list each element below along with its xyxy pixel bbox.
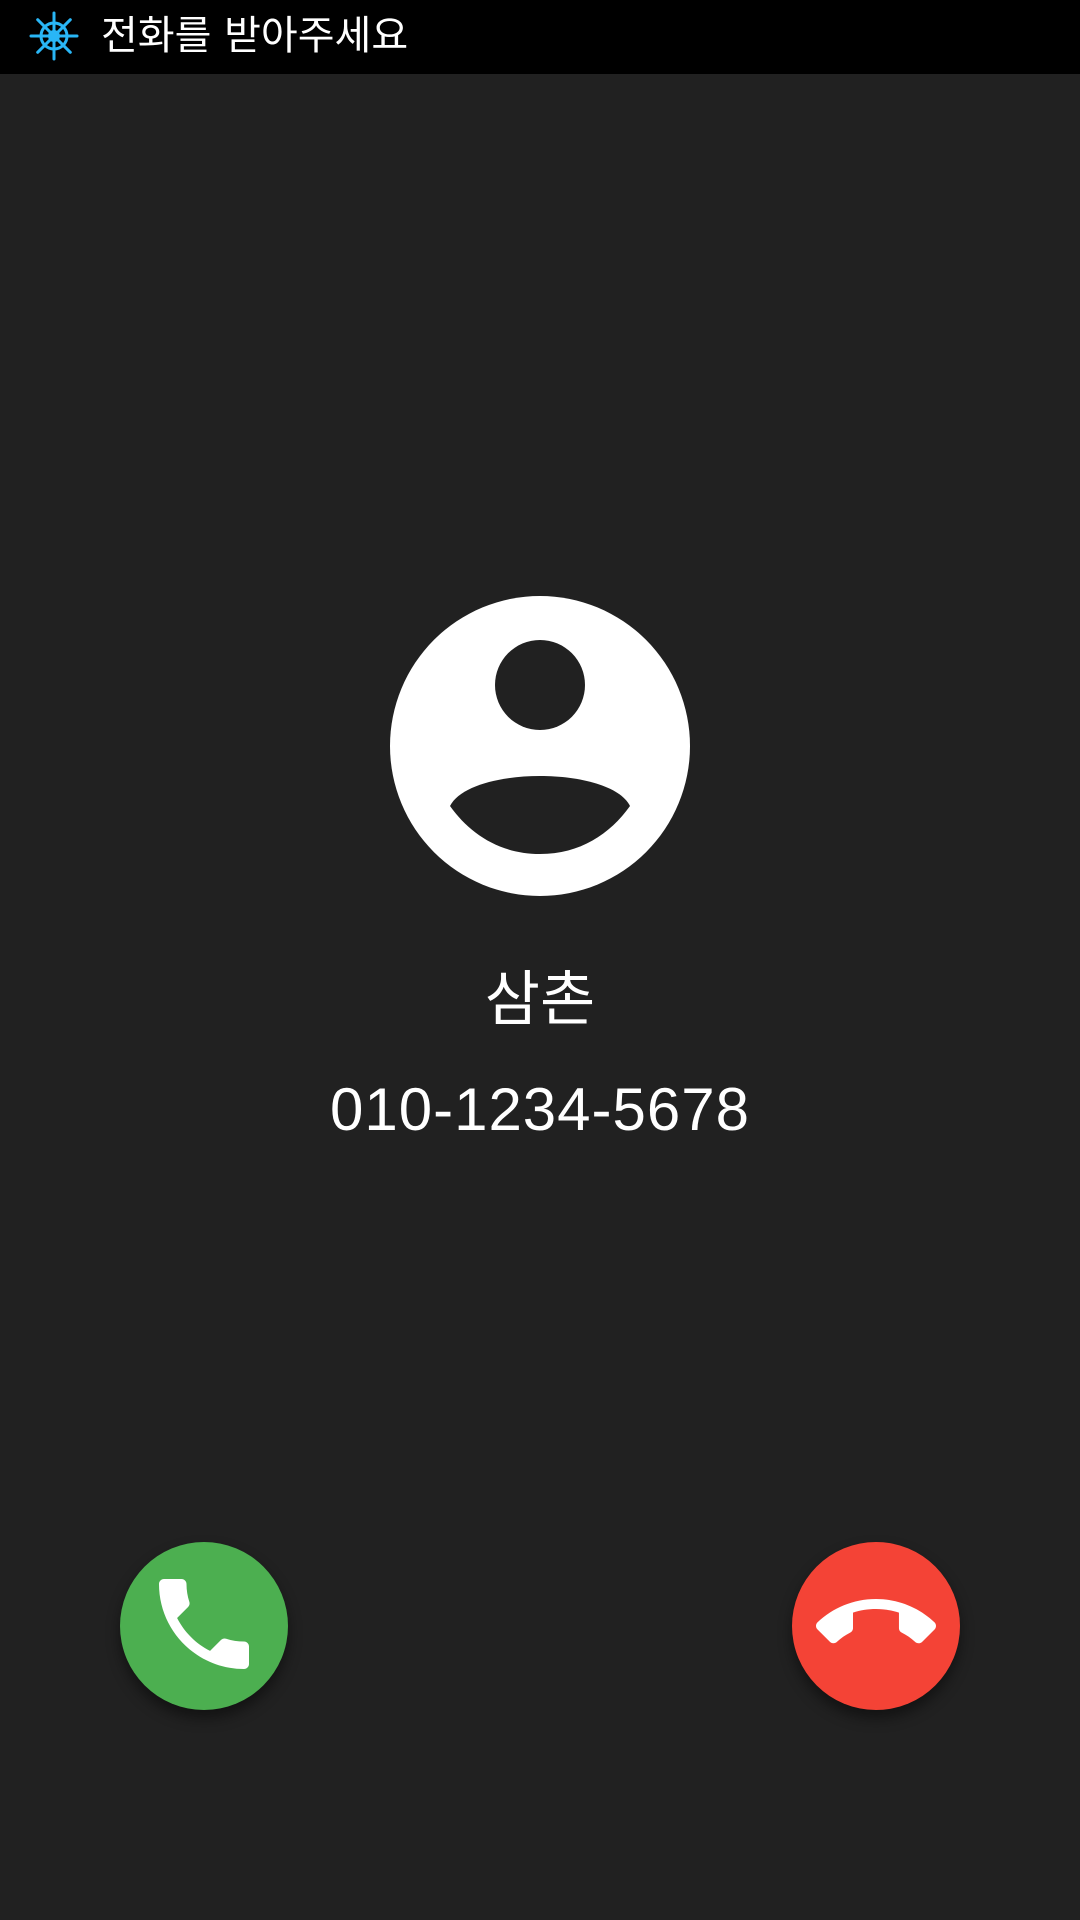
caller-number: 010-1234-5678 [329, 1076, 751, 1143]
account-circle-icon [390, 596, 690, 896]
accept-call-button[interactable] [120, 1542, 288, 1710]
incoming-call-screen: 전화를 받아주세요 삼촌 010-1234-5678 [0, 0, 1080, 1920]
ship-wheel-icon [29, 11, 79, 61]
decline-call-button[interactable] [792, 1542, 960, 1710]
title-bar: 전화를 받아주세요 [0, 0, 1080, 74]
phone-icon [144, 1564, 264, 1688]
caller-name: 삼촌 [484, 965, 596, 1035]
call-end-icon [816, 1564, 936, 1688]
app-title: 전화를 받아주세요 [101, 13, 409, 59]
